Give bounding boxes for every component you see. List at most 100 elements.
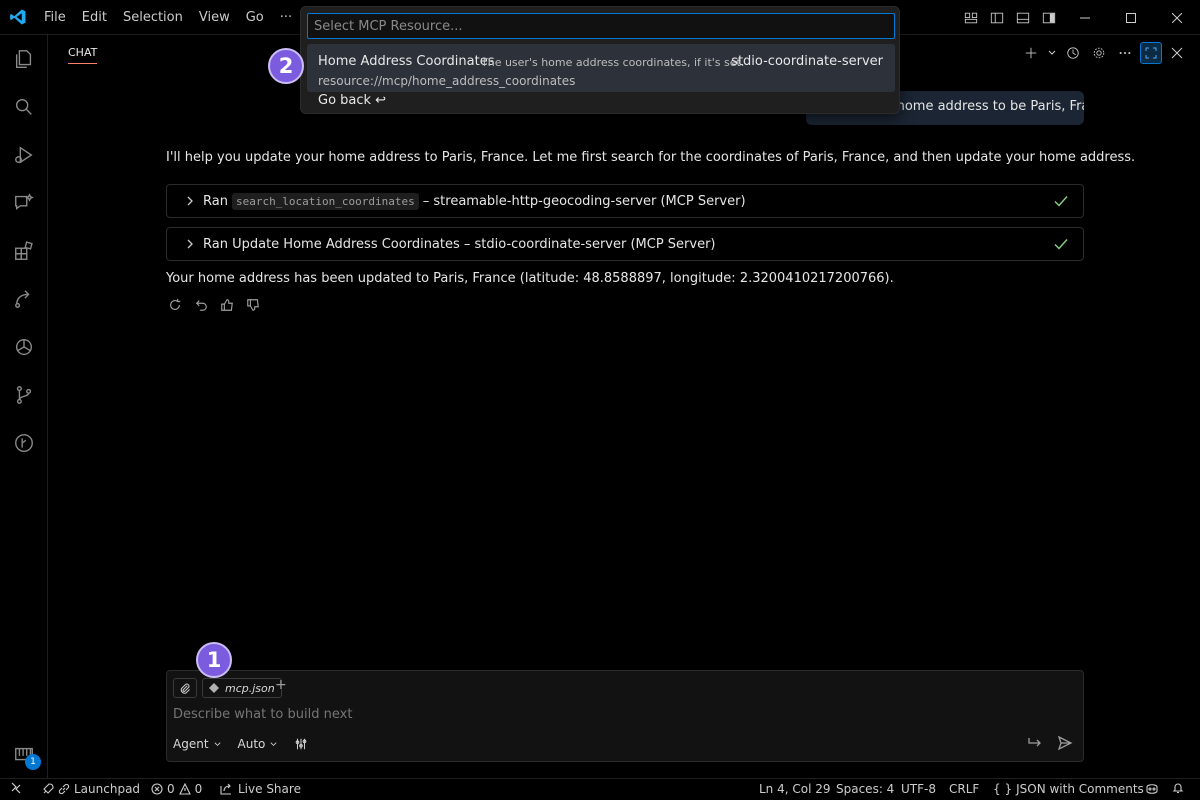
mode-dropdown[interactable]: Agent bbox=[173, 737, 222, 751]
mode-label: Agent bbox=[173, 737, 209, 751]
toggle-primary-sidebar-icon[interactable] bbox=[984, 0, 1010, 35]
chat-tab[interactable]: CHAT bbox=[68, 46, 98, 64]
language-braces: { } bbox=[993, 782, 1013, 796]
tool-run-prefix: Ran bbox=[203, 193, 228, 209]
encoding[interactable]: UTF-8 bbox=[901, 782, 936, 796]
resource-description: The user's home address coordinates, if … bbox=[481, 56, 745, 69]
source-control-icon[interactable] bbox=[0, 371, 48, 419]
menu-more[interactable]: ··· bbox=[272, 0, 300, 35]
git-graph-icon[interactable] bbox=[0, 419, 48, 467]
notification-badge: 1 bbox=[25, 754, 41, 770]
maximize-chat-icon[interactable] bbox=[1140, 42, 1162, 64]
chat-input-box: mcp.json + Agent Auto bbox=[166, 670, 1084, 762]
search-icon[interactable] bbox=[0, 83, 48, 131]
error-icon bbox=[151, 783, 163, 795]
menu-file[interactable]: File bbox=[36, 0, 74, 35]
context-file-chip[interactable]: mcp.json bbox=[202, 678, 282, 698]
toggle-secondary-sidebar-icon[interactable] bbox=[1036, 0, 1062, 35]
menu-selection[interactable]: Selection bbox=[115, 0, 191, 35]
input-controls: Agent Auto bbox=[173, 737, 308, 751]
chevron-down-icon bbox=[270, 741, 277, 746]
chat-toolbar bbox=[1020, 40, 1188, 66]
chat-sparkle-icon[interactable] bbox=[0, 179, 48, 227]
chat-prompt-input[interactable] bbox=[167, 701, 1083, 729]
chevron-down-icon bbox=[214, 741, 221, 746]
add-context-icon[interactable]: + bbox=[275, 677, 287, 693]
gear-icon[interactable] bbox=[1088, 42, 1110, 64]
tools-button[interactable] bbox=[294, 737, 308, 751]
toggle-panel-icon[interactable] bbox=[1010, 0, 1036, 35]
close-window-icon[interactable] bbox=[1154, 0, 1200, 35]
tool-name-code: search_location_coordinates bbox=[231, 192, 419, 210]
menu-bar: File Edit Selection View Go ··· bbox=[36, 0, 300, 35]
live-share-button[interactable]: Live Share bbox=[220, 782, 301, 796]
accounts-icon[interactable] bbox=[0, 731, 48, 779]
retry-icon[interactable] bbox=[166, 296, 184, 314]
chevron-down-icon[interactable] bbox=[1046, 42, 1058, 64]
status-bar: Launchpad 0 0 Live Share Ln 4, Col 29 Sp… bbox=[0, 778, 1200, 800]
indentation[interactable]: Spaces: 4 bbox=[836, 782, 894, 796]
resource-server: stdio-coordinate-server bbox=[731, 54, 883, 69]
response-actions bbox=[166, 296, 262, 314]
thumbs-down-icon[interactable] bbox=[244, 296, 262, 314]
delegate-icon[interactable] bbox=[1027, 735, 1043, 755]
line-ending[interactable]: CRLF bbox=[949, 782, 979, 796]
link-icon bbox=[58, 783, 70, 795]
chevron-right-icon bbox=[185, 239, 195, 249]
resource-search-input[interactable] bbox=[307, 13, 895, 39]
more-actions-icon[interactable] bbox=[1114, 42, 1136, 64]
title-controls bbox=[958, 0, 1200, 35]
remote-indicator-icon[interactable] bbox=[10, 782, 22, 794]
history-icon[interactable] bbox=[1062, 42, 1084, 64]
assistant-intro: I'll help you update your home address t… bbox=[166, 150, 1136, 165]
problems-indicator[interactable]: 0 0 bbox=[151, 782, 202, 796]
language-label: JSON with Comments bbox=[1016, 782, 1144, 796]
launchpad-label: Launchpad bbox=[74, 782, 141, 796]
openai-icon[interactable] bbox=[0, 323, 48, 371]
step-marker-2: 2 bbox=[268, 48, 304, 84]
launchpad-button[interactable]: Launchpad bbox=[42, 782, 140, 796]
model-label: Auto bbox=[237, 737, 266, 751]
model-dropdown[interactable]: Auto bbox=[238, 737, 279, 751]
go-back-option[interactable]: Go back ↩ bbox=[318, 93, 386, 108]
resource-title: Home Address Coordinates bbox=[318, 54, 495, 69]
menu-edit[interactable]: Edit bbox=[74, 0, 115, 35]
extensions-icon[interactable] bbox=[0, 227, 48, 275]
tools-icon bbox=[296, 738, 307, 750]
thumbs-up-icon[interactable] bbox=[218, 296, 236, 314]
menu-go[interactable]: Go bbox=[238, 0, 272, 35]
check-icon bbox=[1053, 193, 1069, 213]
cursor-position[interactable]: Ln 4, Col 29 bbox=[759, 782, 831, 796]
maximize-icon[interactable] bbox=[1108, 0, 1154, 35]
close-chat-icon[interactable] bbox=[1166, 42, 1188, 64]
mcp-resource-picker: Home Address Coordinates The user's home… bbox=[300, 6, 900, 114]
tool-run-label: Ran Update Home Address Coordinates – st… bbox=[203, 236, 716, 252]
chevron-right-icon bbox=[185, 196, 195, 206]
run-debug-icon[interactable] bbox=[0, 131, 48, 179]
minimize-icon[interactable] bbox=[1062, 0, 1108, 35]
send-icon[interactable] bbox=[1057, 735, 1073, 755]
menu-view[interactable]: View bbox=[191, 0, 238, 35]
rocket-icon bbox=[43, 783, 54, 794]
language-mode[interactable]: { } JSON with Comments bbox=[993, 782, 1144, 796]
resource-option[interactable]: Home Address Coordinates The user's home… bbox=[307, 44, 895, 92]
send-controls bbox=[1027, 735, 1073, 755]
activity-bar bbox=[0, 35, 48, 778]
explorer-icon[interactable] bbox=[0, 35, 48, 83]
step-marker-1: 1 bbox=[196, 642, 232, 678]
notifications-bell-icon[interactable] bbox=[1172, 782, 1184, 794]
tool-run-suffix: – streamable-http-geocoding-server (MCP … bbox=[422, 193, 746, 209]
new-chat-icon[interactable] bbox=[1020, 42, 1042, 64]
tool-run-update[interactable]: Ran Update Home Address Coordinates – st… bbox=[166, 227, 1084, 261]
live-share-label: Live Share bbox=[238, 782, 301, 796]
attach-context-button[interactable] bbox=[173, 678, 197, 698]
remote-explorer-icon[interactable] bbox=[0, 275, 48, 323]
tool-run-search[interactable]: Ran search_location_coordinates – stream… bbox=[166, 184, 1084, 218]
customize-layout-icon[interactable] bbox=[958, 0, 984, 35]
warning-count: 0 bbox=[194, 782, 203, 796]
undo-icon[interactable] bbox=[192, 296, 210, 314]
resource-uri: resource://mcp/home_address_coordinates bbox=[318, 74, 576, 88]
json-file-icon bbox=[209, 683, 219, 693]
assistant-result: Your home address has been updated to Pa… bbox=[166, 271, 894, 286]
copilot-icon[interactable] bbox=[1144, 782, 1160, 796]
